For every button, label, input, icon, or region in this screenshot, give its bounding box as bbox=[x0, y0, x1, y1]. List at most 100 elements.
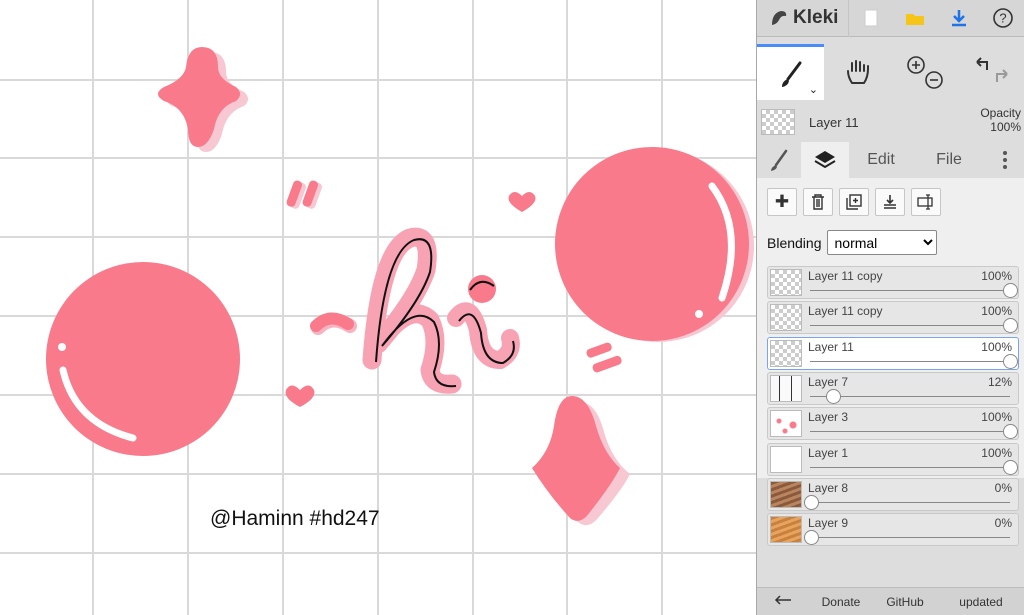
merge-down-button[interactable] bbox=[875, 188, 905, 216]
current-layer-thumbnail bbox=[761, 109, 795, 135]
opacity-slider-knob[interactable] bbox=[826, 388, 842, 404]
opacity-slider-track[interactable] bbox=[810, 360, 1010, 362]
opacity-label: Opacity bbox=[980, 106, 1021, 120]
opacity-slider-knob[interactable] bbox=[804, 530, 819, 546]
opacity-slider-track[interactable] bbox=[810, 431, 1010, 433]
layer-action-buttons: ✚ bbox=[767, 188, 941, 216]
undo-redo-icon bbox=[975, 57, 1008, 82]
duplicate-layer-button[interactable] bbox=[839, 188, 869, 216]
layer-item[interactable]: Layer 9 0% bbox=[767, 513, 1019, 547]
layer-name: Layer 7 bbox=[808, 374, 849, 389]
opacity-slider-track[interactable] bbox=[810, 537, 1010, 539]
opacity-slider-knob[interactable] bbox=[1003, 353, 1018, 369]
layer-item[interactable]: Layer 11 100% bbox=[767, 336, 1019, 370]
opacity-slider-track[interactable] bbox=[810, 501, 1010, 503]
open-folder-button[interactable] bbox=[893, 0, 937, 37]
layer-thumbnail bbox=[770, 304, 802, 332]
add-layer-button[interactable]: ✚ bbox=[767, 188, 797, 216]
watermark-text: @Haminn #hd247 bbox=[210, 507, 380, 530]
merge-down-icon bbox=[884, 195, 896, 209]
tab-file[interactable]: File bbox=[913, 142, 985, 178]
layer-opacity: 100% bbox=[981, 304, 1012, 319]
layer-item[interactable]: Layer 7 12% bbox=[767, 371, 1019, 405]
layer-name: Layer 1 bbox=[808, 445, 849, 460]
opacity-value: 100% bbox=[990, 120, 1021, 134]
bubble-right bbox=[555, 147, 749, 341]
delete-layer-button[interactable] bbox=[803, 188, 833, 216]
app-name: Kleki bbox=[793, 7, 839, 28]
brush-tool[interactable]: ⌄ bbox=[757, 44, 824, 100]
layer-item[interactable]: Layer 8 0% bbox=[767, 477, 1019, 511]
layer-item[interactable]: Layer 11 copy 100% bbox=[767, 266, 1019, 299]
rename-icon bbox=[917, 194, 933, 210]
layer-opacity: 100% bbox=[981, 410, 1012, 425]
arrow-left-icon bbox=[774, 595, 791, 605]
zoom-in-out-icon bbox=[906, 56, 943, 89]
layer-name: Layer 3 bbox=[808, 410, 849, 425]
opacity-slider-knob[interactable] bbox=[1003, 318, 1018, 334]
layer-item[interactable]: Layer 11 copy 100% bbox=[767, 301, 1019, 335]
blending-select[interactable]: normal bbox=[826, 230, 937, 255]
help-button[interactable]: ? bbox=[981, 0, 1024, 37]
github-link[interactable]: GitHub bbox=[873, 595, 937, 609]
hand-tool[interactable] bbox=[824, 44, 891, 100]
kleki-bird-icon bbox=[772, 11, 787, 25]
brush-icon bbox=[781, 61, 801, 87]
opacity-slider-track[interactable] bbox=[810, 466, 1010, 468]
plus-icon: ✚ bbox=[774, 192, 790, 211]
opacity-slider-knob[interactable] bbox=[804, 494, 819, 510]
layer-opacity: 0% bbox=[994, 516, 1012, 531]
back-button[interactable] bbox=[757, 594, 809, 609]
opacity-slider-track[interactable] bbox=[810, 290, 1010, 291]
zoom-tools[interactable] bbox=[891, 44, 958, 100]
tab-brush[interactable] bbox=[757, 142, 801, 178]
blending-control: Blending normal bbox=[767, 230, 937, 255]
rename-layer-button[interactable] bbox=[911, 188, 941, 216]
layer-thumbnail bbox=[770, 410, 802, 438]
download-icon bbox=[952, 10, 966, 27]
more-menu-button[interactable] bbox=[985, 142, 1024, 178]
layer-name: Layer 11 bbox=[808, 339, 854, 354]
layer-thumbnail bbox=[770, 374, 802, 402]
layer-opacity: 100% bbox=[981, 269, 1012, 283]
layers-icon bbox=[814, 151, 836, 169]
tab-edit[interactable]: Edit bbox=[849, 142, 913, 178]
heart-small bbox=[508, 192, 536, 212]
layer-thumbnail bbox=[770, 516, 802, 544]
tool-row: ⌄ bbox=[757, 44, 1024, 100]
layer-item[interactable]: Layer 1 100% bbox=[767, 442, 1019, 476]
folder-icon bbox=[906, 14, 924, 25]
save-download-button[interactable] bbox=[937, 0, 981, 37]
layer-opacity: 12% bbox=[987, 374, 1012, 389]
opacity-slider-knob[interactable] bbox=[1003, 283, 1018, 298]
layer-item[interactable]: Layer 3 100% bbox=[767, 407, 1019, 441]
donate-link[interactable]: Donate bbox=[809, 595, 873, 609]
chevron-down-icon: ⌄ bbox=[808, 84, 818, 96]
bubble-left bbox=[46, 262, 240, 456]
layer-opacity: 100% bbox=[981, 339, 1012, 354]
opacity-slider-knob[interactable] bbox=[1003, 424, 1018, 440]
new-file-button[interactable] bbox=[849, 0, 893, 37]
hi-lettering bbox=[310, 227, 520, 394]
kleki-logo[interactable]: Kleki bbox=[757, 0, 849, 37]
layer-name: Layer 8 bbox=[808, 480, 849, 495]
drawing-canvas[interactable]: @Haminn #hd247 bbox=[0, 0, 756, 615]
layer-name: Layer 9 bbox=[808, 516, 849, 531]
layer-name: Layer 11 copy bbox=[808, 304, 883, 319]
help-icon: ? bbox=[993, 8, 1013, 28]
svg-text:?: ? bbox=[999, 11, 1006, 26]
layer-thumbnail bbox=[770, 445, 802, 473]
opacity-slider-knob[interactable] bbox=[1003, 459, 1018, 475]
layer-thumbnail bbox=[770, 269, 802, 296]
current-layer-info: Layer 11 Opacity 100% bbox=[757, 102, 1024, 142]
layer-thumbnail bbox=[770, 339, 802, 367]
updated-link[interactable]: updated bbox=[937, 595, 1024, 609]
undo-redo-tools[interactable] bbox=[958, 44, 1024, 100]
blending-label: Blending bbox=[767, 234, 822, 251]
tab-layers[interactable] bbox=[801, 142, 849, 178]
current-layer-name: Layer 11 bbox=[809, 114, 859, 130]
duplicate-icon bbox=[846, 194, 862, 210]
sparkle-top-left bbox=[158, 47, 240, 147]
app: @Haminn #hd247 Kleki ? ⌄ Layer 11 Opacit… bbox=[0, 0, 1024, 615]
opacity-slider-track[interactable] bbox=[810, 325, 1010, 327]
